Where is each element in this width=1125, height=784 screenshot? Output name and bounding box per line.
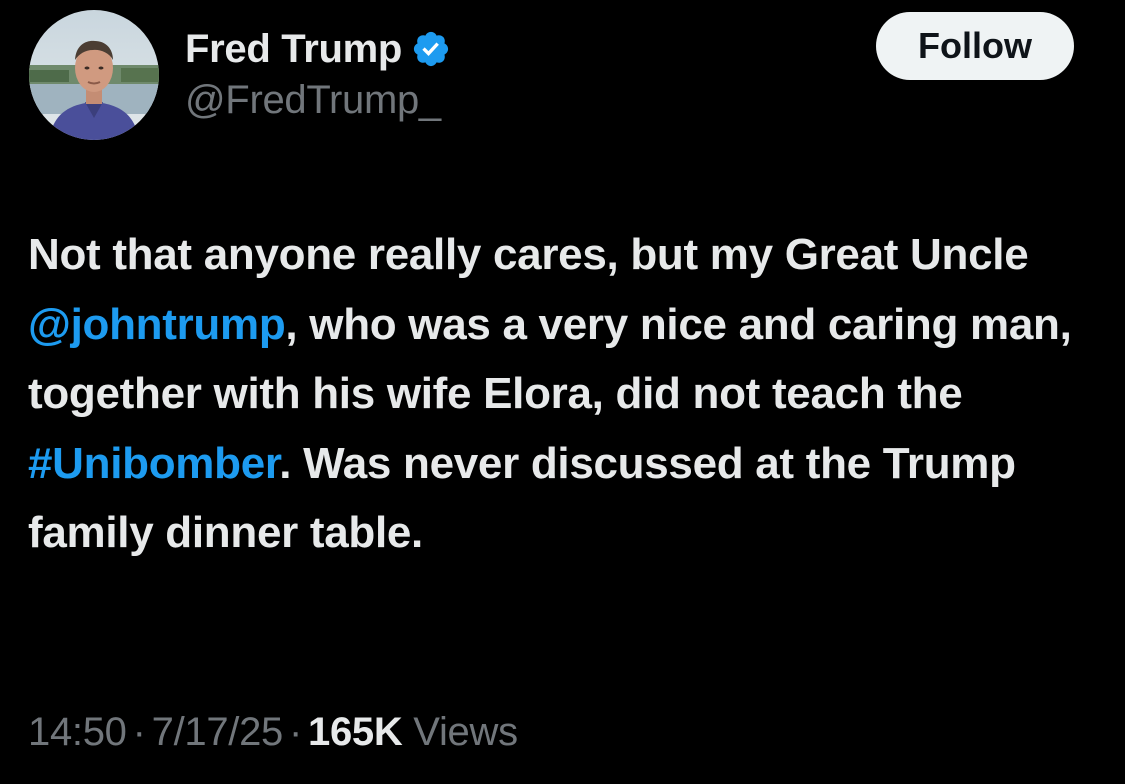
tweet-card: Fred Trump @FredTrump_ Follow Not that a… — [0, 0, 1125, 784]
follow-button[interactable]: Follow — [876, 12, 1074, 80]
author-name-row[interactable]: Fred Trump — [185, 24, 451, 74]
avatar-photo — [29, 10, 159, 140]
meta-separator: · — [289, 710, 303, 754]
author-avatar[interactable] — [29, 10, 159, 140]
meta-separator: · — [132, 710, 146, 754]
author-handle[interactable]: @FredTrump_ — [185, 78, 441, 123]
author-display-name[interactable]: Fred Trump — [185, 27, 402, 72]
verified-badge-icon — [411, 29, 451, 69]
tweet-meta: 14:50 · 7/17/25 · 165K Views — [28, 710, 518, 755]
mention-link[interactable]: @johntrump — [28, 300, 286, 349]
views-label: Views — [413, 710, 518, 754]
hashtag-link[interactable]: #Unibomber — [28, 439, 280, 488]
tweet-time[interactable]: 14:50 — [28, 710, 127, 754]
views-count: 165K — [308, 710, 403, 754]
tweet-date[interactable]: 7/17/25 — [152, 710, 284, 754]
tweet-text: Not that anyone really cares, but my Gre… — [28, 220, 1103, 568]
tweet-text-segment: Not that anyone really cares, but my Gre… — [28, 230, 1029, 279]
